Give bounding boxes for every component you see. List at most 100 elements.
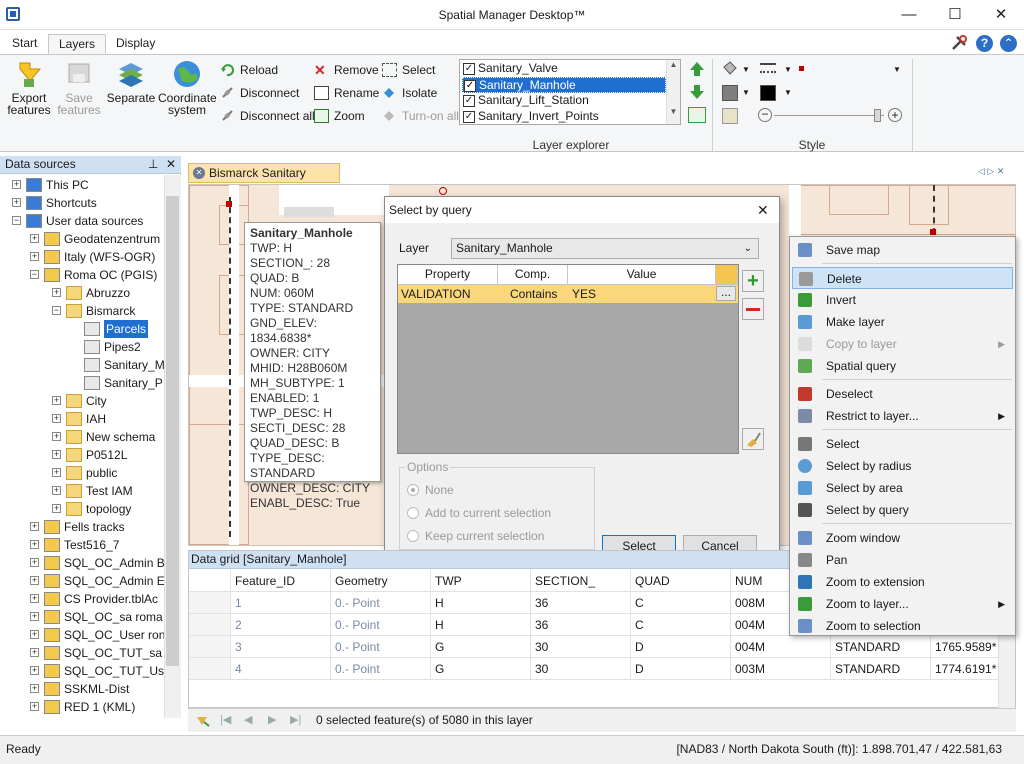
tree-item[interactable]: Parcels <box>70 320 164 338</box>
grid-cell[interactable]: C <box>631 592 731 614</box>
expand-icon[interactable]: + <box>52 288 61 297</box>
expand-icon[interactable]: + <box>12 180 21 189</box>
grid-cell[interactable]: 004M <box>731 636 831 658</box>
close-button[interactable]: ✕ <box>978 0 1024 30</box>
grid-cell[interactable]: 36 <box>531 614 631 636</box>
menu-item[interactable]: Make layer <box>792 311 1013 333</box>
menu-item[interactable]: Save map <box>792 239 1013 261</box>
radio-keep[interactable]: Keep current selection <box>407 529 544 543</box>
tree-item[interactable]: + CS Provider.tblAc <box>30 590 164 608</box>
expand-icon[interactable]: + <box>30 558 39 567</box>
first-record-icon[interactable]: |◀ <box>220 709 231 731</box>
tree-item[interactable]: Sanitary_M <box>70 356 164 374</box>
layer-list-scrollbar[interactable]: ▲ ▼ <box>666 60 680 124</box>
grid-cell[interactable]: 0.- Point <box>331 614 431 636</box>
tab-nav-icons[interactable]: ◁ ▷ ✕ <box>978 166 1004 177</box>
radio-add[interactable]: Add to current selection <box>407 506 551 520</box>
grid-cell[interactable]: 0.- Point <box>331 592 431 614</box>
help-icon[interactable]: ? <box>976 35 993 52</box>
tree-item[interactable]: − User data sources <box>12 212 164 230</box>
grid-cell[interactable]: D <box>631 658 731 680</box>
grid-cell[interactable]: 0.- Point <box>331 658 431 680</box>
column-header[interactable]: SECTION_ <box>531 570 631 592</box>
tree-item[interactable]: − Bismarck <box>52 302 164 320</box>
menu-item[interactable]: Select <box>792 433 1013 455</box>
separate-button[interactable]: Separate <box>106 59 156 104</box>
manhole-point[interactable] <box>226 201 232 207</box>
tree-item[interactable]: + IAH <box>52 410 164 428</box>
expand-icon[interactable]: + <box>52 468 61 477</box>
maximize-button[interactable]: ☐ <box>932 0 978 30</box>
menu-item[interactable]: Zoom to selection <box>792 615 1013 637</box>
dropdown-arrow[interactable]: ▼ <box>893 65 901 74</box>
tree-item[interactable]: + Italy (WFS-OGR) <box>30 248 164 266</box>
grid-cell[interactable]: 1 <box>231 592 331 614</box>
grid-cell[interactable]: G <box>431 658 531 680</box>
grid-cell[interactable]: H <box>431 614 531 636</box>
move-down-icon[interactable] <box>688 84 706 100</box>
column-header[interactable]: TWP <box>431 570 531 592</box>
dropdown-arrow[interactable]: ▼ <box>742 65 750 74</box>
dropdown-arrow[interactable]: ▼ <box>784 88 792 97</box>
expand-icon[interactable]: + <box>30 612 39 621</box>
expand-icon[interactable]: + <box>52 396 61 405</box>
column-header-value[interactable]: Value <box>568 265 716 285</box>
tree-scrollbar-thumb[interactable] <box>166 196 179 666</box>
transparency-slider[interactable] <box>774 115 884 116</box>
expand-icon[interactable]: + <box>30 540 39 549</box>
tab-display[interactable]: Display <box>106 34 165 54</box>
prev-record-icon[interactable]: ◀ <box>244 709 252 731</box>
expand-icon[interactable]: + <box>52 450 61 459</box>
tree-item[interactable]: + Fells tracks <box>30 518 164 536</box>
rename-button[interactable]: Rename <box>314 83 379 103</box>
grid-cell[interactable]: H <box>431 592 531 614</box>
grid-cell[interactable]: 1765.9589* <box>931 636 1001 658</box>
expand-icon[interactable]: + <box>30 576 39 585</box>
expand-icon[interactable]: + <box>30 648 39 657</box>
tree-item[interactable]: + SSKML-Dist <box>30 680 164 698</box>
tree-item[interactable]: + This PC <box>12 176 164 194</box>
remove-row-icon[interactable] <box>742 298 764 320</box>
column-header[interactable] <box>189 570 231 592</box>
plus-icon[interactable]: + <box>888 108 902 122</box>
isolate-button[interactable]: Isolate <box>382 83 437 103</box>
dialog-close-icon[interactable]: ✕ <box>757 197 769 223</box>
tree-item[interactable]: + SQL_OC_User ron <box>30 626 164 644</box>
tree-item[interactable]: + Test516_7 <box>30 536 164 554</box>
checkbox[interactable]: ✓ <box>463 95 475 107</box>
tree-item[interactable]: + topology <box>52 500 164 518</box>
add-row-icon[interactable]: + <box>742 270 764 292</box>
menu-item[interactable]: Zoom window <box>792 527 1013 549</box>
column-header[interactable]: Geometry <box>331 570 431 592</box>
grid-cell[interactable]: 1774.6191* <box>931 658 1001 680</box>
coordinate-system-button[interactable]: Coordinate system <box>158 59 217 116</box>
slider-thumb[interactable] <box>874 109 881 122</box>
checkbox[interactable]: ✓ <box>464 80 476 92</box>
dropdown-arrow[interactable]: ▼ <box>784 65 792 74</box>
dropdown-arrow[interactable]: ▼ <box>742 88 750 97</box>
menu-item[interactable]: Select by radius <box>792 455 1013 477</box>
select-layer-button[interactable]: Select <box>382 60 435 80</box>
expand-icon[interactable]: + <box>52 504 61 513</box>
export-features-button[interactable]: Export features <box>6 59 52 116</box>
menu-item[interactable]: Delete <box>792 267 1013 289</box>
document-tab[interactable]: ✕ Bismarck Sanitary sewer * <box>188 163 340 198</box>
menu-item[interactable]: Select by area <box>792 477 1013 499</box>
grid-cell[interactable]: 003M <box>731 658 831 680</box>
fill-color-swatch[interactable] <box>722 85 738 101</box>
minus-icon[interactable]: − <box>758 108 772 122</box>
tree-item[interactable]: + SQL_OC_Admin B <box>30 554 164 572</box>
checkbox[interactable]: ✓ <box>463 63 475 75</box>
tree-item[interactable]: Pipes2 <box>70 338 164 356</box>
paint-bucket-icon[interactable] <box>722 61 738 75</box>
row-selector[interactable] <box>189 636 231 658</box>
menu-item[interactable]: Deselect <box>792 383 1013 405</box>
expand-icon[interactable]: + <box>52 414 61 423</box>
expand-icon[interactable]: + <box>30 702 39 711</box>
column-header[interactable]: QUAD <box>631 570 731 592</box>
grid-cell[interactable]: 30 <box>531 658 631 680</box>
grid-cell[interactable]: 3 <box>231 636 331 658</box>
column-header-property[interactable]: Property <box>398 265 498 285</box>
move-up-icon[interactable] <box>688 61 706 77</box>
radio-none[interactable]: None <box>407 483 454 497</box>
